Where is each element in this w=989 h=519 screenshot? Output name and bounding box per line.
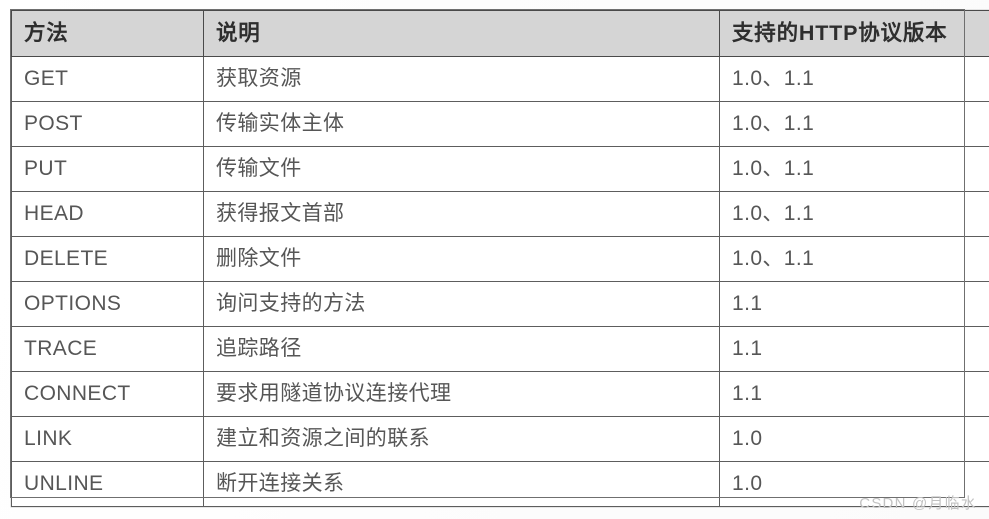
- cell-version: 1.1: [719, 371, 989, 417]
- http-methods-table: 方法 说明 支持的HTTP协议版本 GET 获取资源 1.0、1.1 POST …: [11, 10, 989, 507]
- cell-method: HEAD: [11, 191, 204, 237]
- cell-method: CONNECT: [11, 371, 204, 417]
- cell-method: POST: [11, 101, 204, 147]
- table-row: HEAD 获得报文首部 1.0、1.1: [11, 191, 989, 237]
- cell-description: 获取资源: [203, 56, 720, 102]
- cell-description: 传输文件: [203, 146, 720, 192]
- cell-version: 1.1: [719, 281, 989, 327]
- cell-version: 1.0、1.1: [719, 101, 989, 147]
- cell-method: OPTIONS: [11, 281, 204, 327]
- table-header: 方法 说明 支持的HTTP协议版本: [11, 10, 989, 57]
- cell-method: UNLINE: [11, 461, 204, 507]
- table-row: UNLINE 断开连接关系 1.0: [11, 461, 989, 507]
- table-row: CONNECT 要求用隧道协议连接代理 1.1: [11, 371, 989, 417]
- cell-method: GET: [11, 56, 204, 102]
- column-header-method: 方法: [11, 10, 204, 57]
- cell-description: 要求用隧道协议连接代理: [203, 371, 720, 417]
- cell-description: 传输实体主体: [203, 101, 720, 147]
- cell-version: 1.0: [719, 416, 989, 462]
- cell-version: 1.0、1.1: [719, 191, 989, 237]
- cell-description: 获得报文首部: [203, 191, 720, 237]
- cell-description: 询问支持的方法: [203, 281, 720, 327]
- table-row: OPTIONS 询问支持的方法 1.1: [11, 281, 989, 327]
- cell-description: 断开连接关系: [203, 461, 720, 507]
- csdn-watermark: CSDN @月临水: [859, 495, 977, 512]
- table-header-row: 方法 说明 支持的HTTP协议版本: [11, 10, 989, 57]
- cell-description: 追踪路径: [203, 326, 720, 372]
- http-methods-table-container: 方法 说明 支持的HTTP协议版本 GET 获取资源 1.0、1.1 POST …: [11, 10, 989, 507]
- cell-method: LINK: [11, 416, 204, 462]
- table-body: GET 获取资源 1.0、1.1 POST 传输实体主体 1.0、1.1 PUT…: [11, 56, 989, 507]
- cell-version: 1.0、1.1: [719, 56, 989, 102]
- table-row: PUT 传输文件 1.0、1.1: [11, 146, 989, 192]
- column-header-description: 说明: [203, 10, 720, 57]
- cell-method: PUT: [11, 146, 204, 192]
- cell-description: 删除文件: [203, 236, 720, 282]
- table-row: DELETE 删除文件 1.0、1.1: [11, 236, 989, 282]
- cell-version: 1.1: [719, 326, 989, 372]
- table-row: GET 获取资源 1.0、1.1: [11, 56, 989, 102]
- cell-method: DELETE: [11, 236, 204, 282]
- cell-version: 1.0、1.1: [719, 146, 989, 192]
- cell-version: 1.0、1.1: [719, 236, 989, 282]
- table-row: LINK 建立和资源之间的联系 1.0: [11, 416, 989, 462]
- table-row: TRACE 追踪路径 1.1: [11, 326, 989, 372]
- column-header-version: 支持的HTTP协议版本: [719, 10, 989, 57]
- cell-description: 建立和资源之间的联系: [203, 416, 720, 462]
- table-row: POST 传输实体主体 1.0、1.1: [11, 101, 989, 147]
- cell-method: TRACE: [11, 326, 204, 372]
